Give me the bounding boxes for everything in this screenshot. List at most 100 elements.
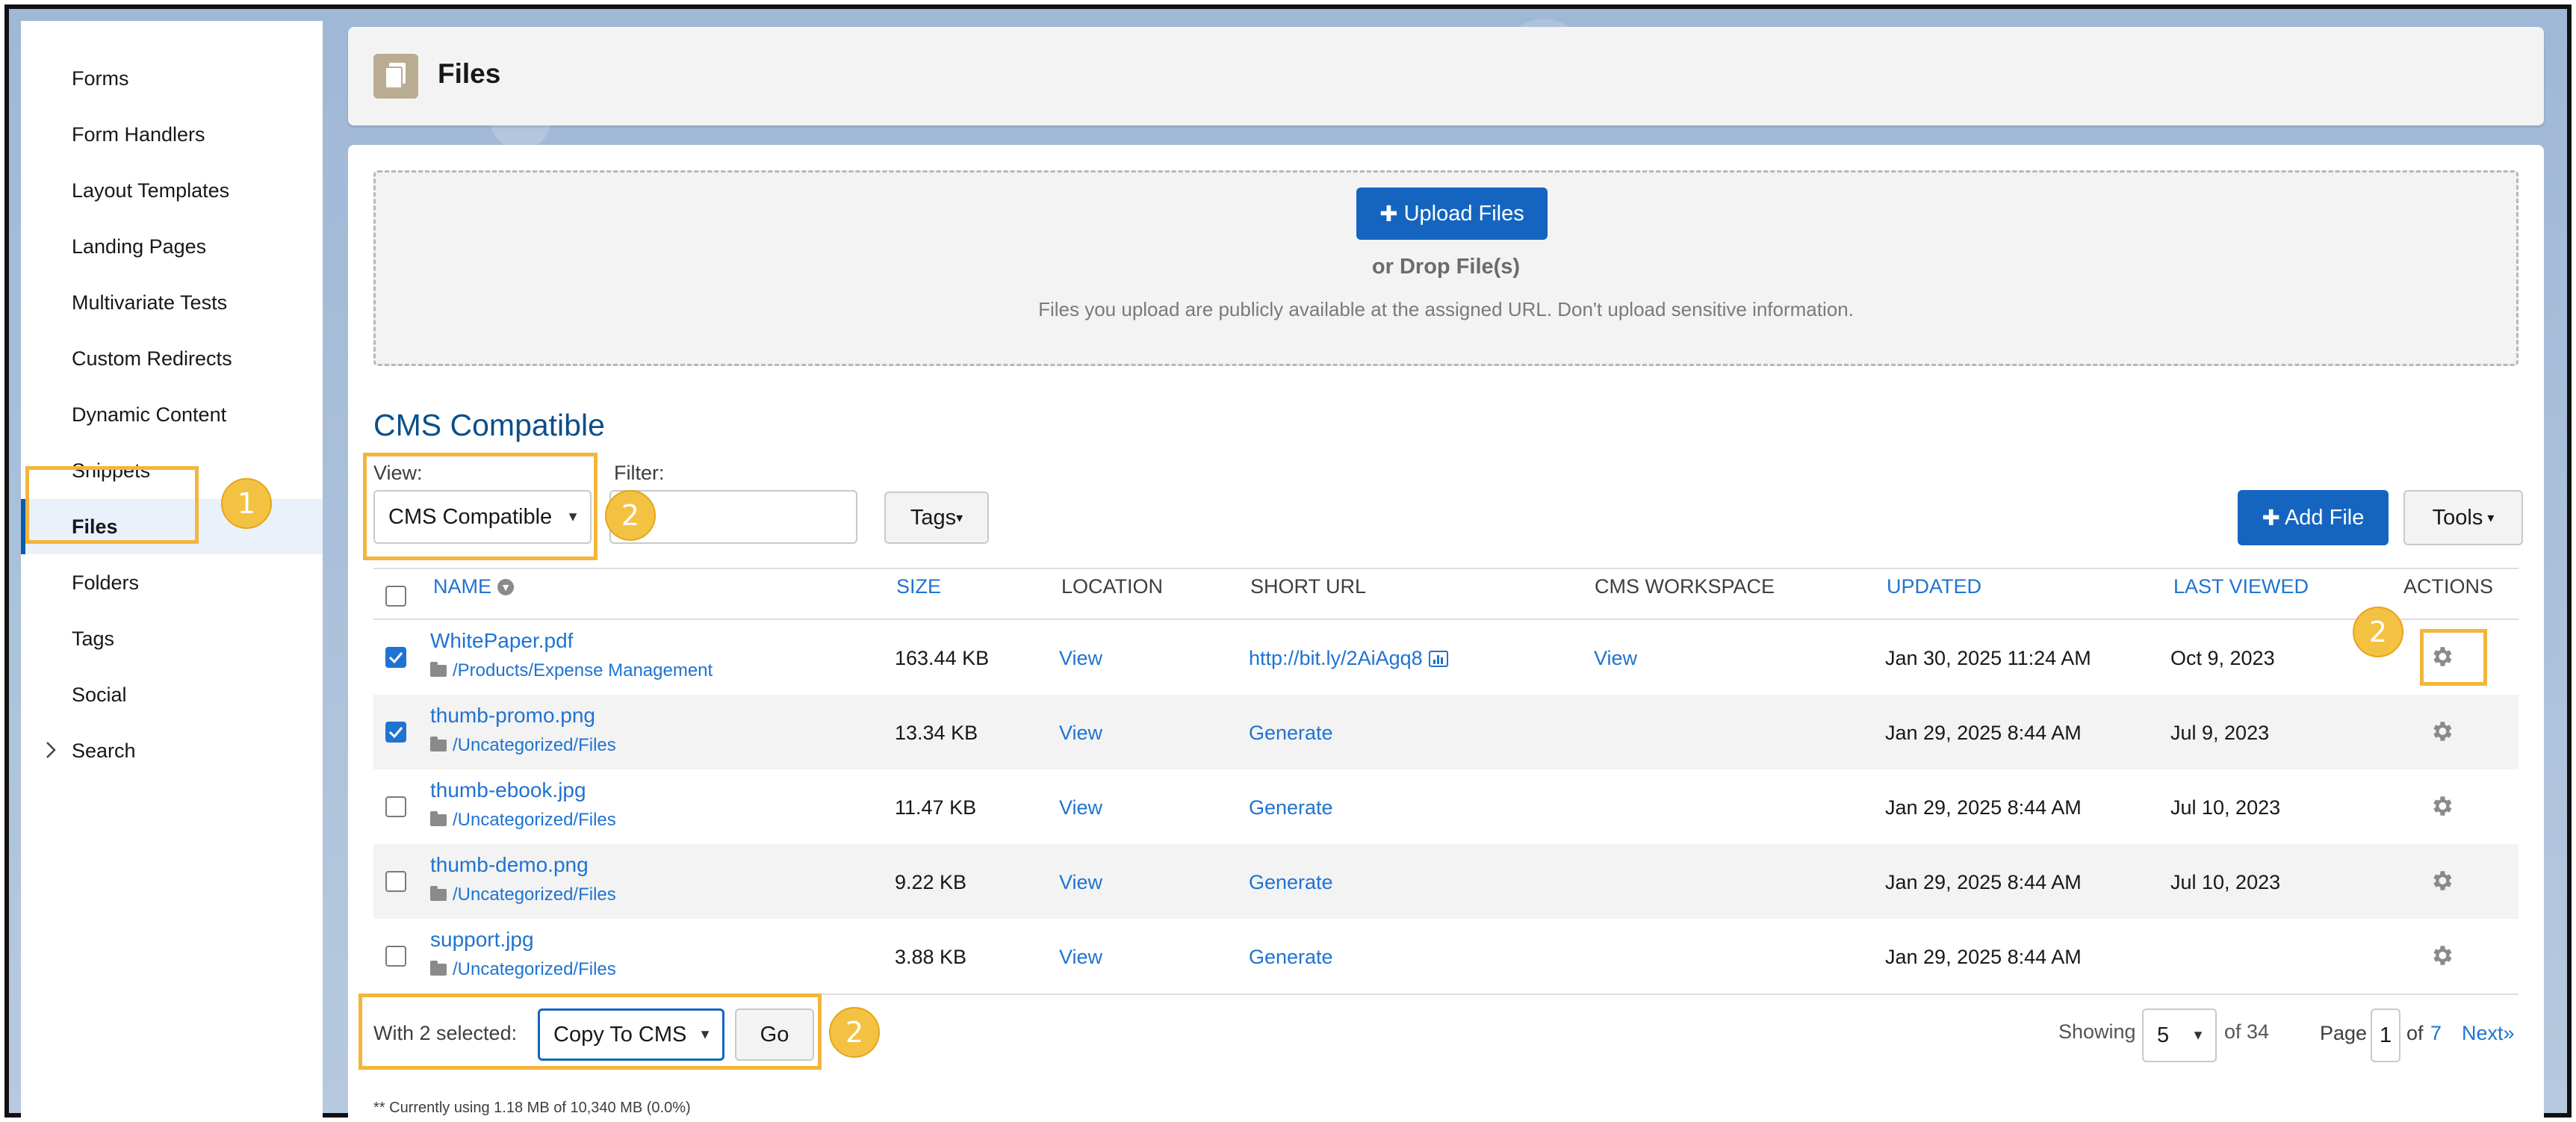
table-row: thumb-ebook.jpg /Uncategorized/Files 11.… bbox=[373, 769, 2518, 844]
sidebar-item-label: Landing Pages bbox=[72, 235, 207, 258]
total-pages-link[interactable]: 7 bbox=[2430, 1022, 2442, 1045]
document-icon bbox=[373, 54, 418, 99]
folder-icon bbox=[430, 886, 447, 901]
file-path-link[interactable]: /Uncategorized/Files bbox=[430, 959, 616, 980]
sidebar-item-tags[interactable]: Tags bbox=[21, 611, 323, 666]
file-path-link[interactable]: /Uncategorized/Files bbox=[430, 884, 616, 905]
step-badge-2: 2 bbox=[605, 490, 656, 541]
file-dropzone[interactable]: ✚ Upload Files or Drop File(s) Files you… bbox=[373, 170, 2518, 366]
sidebar-item-search[interactable]: Search bbox=[21, 723, 323, 778]
chevron-right-icon[interactable] bbox=[40, 740, 61, 760]
generate-short-url-link[interactable]: Generate bbox=[1249, 722, 1333, 745]
sidebar-item-snippets[interactable]: Snippets bbox=[21, 443, 323, 498]
showing-label: Showing bbox=[2058, 1020, 2136, 1043]
table-row: WhitePaper.pdf /Products/Expense Managem… bbox=[373, 620, 2518, 695]
generate-short-url-link[interactable]: Generate bbox=[1249, 946, 1333, 969]
location-view-link[interactable]: View bbox=[1059, 946, 1102, 969]
upload-files-label: Upload Files bbox=[1403, 201, 1524, 226]
file-name-link[interactable]: thumb-ebook.jpg bbox=[430, 778, 586, 802]
gear-icon[interactable] bbox=[2429, 868, 2454, 893]
sidebar-item-form-handlers[interactable]: Form Handlers bbox=[21, 107, 323, 162]
sidebar-item-forms[interactable]: Forms bbox=[21, 51, 323, 106]
row-checkbox[interactable] bbox=[385, 946, 406, 967]
select-all-checkbox[interactable] bbox=[385, 586, 406, 607]
sidebar-item-dynamic-content[interactable]: Dynamic Content bbox=[21, 387, 323, 442]
filter-label: Filter: bbox=[614, 462, 665, 484]
column-header-location: LOCATION bbox=[1061, 575, 1164, 598]
tools-button[interactable]: Tools ▾ bbox=[2403, 490, 2523, 545]
last-viewed-date: Jul 10, 2023 bbox=[2170, 796, 2281, 819]
drop-files-text: or Drop File(s) bbox=[1371, 255, 1521, 279]
file-size: 9.22 KB bbox=[895, 871, 967, 893]
per-page-value: 5 bbox=[2157, 1023, 2170, 1047]
sidebar-item-social[interactable]: Social bbox=[21, 667, 323, 722]
column-header-actions: ACTIONS bbox=[2403, 575, 2494, 598]
row-checkbox[interactable] bbox=[385, 796, 406, 817]
cms-workspace-view-link[interactable]: View bbox=[1594, 647, 1637, 670]
column-header-updated[interactable]: UPDATED bbox=[1887, 575, 1981, 598]
row-checkbox[interactable] bbox=[385, 647, 406, 668]
main-content: ✚ Upload Files or Drop File(s) Files you… bbox=[348, 145, 2544, 1122]
gear-icon[interactable] bbox=[2429, 793, 2454, 819]
file-name-link[interactable]: thumb-demo.png bbox=[430, 853, 589, 877]
column-header-name[interactable]: NAME ▼ bbox=[433, 575, 515, 598]
file-path-link[interactable]: /Uncategorized/Files bbox=[430, 810, 616, 831]
file-path-link[interactable]: /Products/Expense Management bbox=[430, 660, 713, 681]
sidebar-item-multivariate-tests[interactable]: Multivariate Tests bbox=[21, 275, 323, 330]
upload-files-button[interactable]: ✚ Upload Files bbox=[1356, 187, 1548, 240]
updated-date: Jan 29, 2025 8:44 AM bbox=[1885, 871, 2082, 893]
sidebar: Forms Form Handlers Layout Templates Lan… bbox=[21, 21, 323, 1119]
storage-usage-note: ** Currently using 1.18 MB of 10,340 MB … bbox=[373, 1100, 691, 1116]
folder-icon bbox=[430, 737, 447, 751]
gear-icon[interactable] bbox=[2429, 644, 2454, 669]
next-page-link[interactable]: Next» bbox=[2462, 1022, 2515, 1045]
gear-icon[interactable] bbox=[2429, 719, 2454, 744]
sidebar-item-files[interactable]: Files bbox=[21, 499, 323, 554]
sidebar-item-layout-templates[interactable]: Layout Templates bbox=[21, 163, 323, 218]
caret-down-icon: ▾ bbox=[956, 509, 963, 525]
file-path-text: /Uncategorized/Files bbox=[453, 884, 616, 905]
last-viewed-date: Jul 10, 2023 bbox=[2170, 871, 2281, 893]
column-header-size[interactable]: SIZE bbox=[896, 575, 941, 598]
add-file-button[interactable]: ✚ Add File bbox=[2238, 490, 2389, 545]
step-badge-2: 2 bbox=[2353, 607, 2403, 657]
add-file-label: Add File bbox=[2284, 505, 2365, 530]
sidebar-item-landing-pages[interactable]: Landing Pages bbox=[21, 219, 323, 274]
go-button[interactable]: Go bbox=[735, 1008, 814, 1061]
tags-label: Tags bbox=[910, 505, 957, 530]
column-header-last-viewed[interactable]: LAST VIEWED bbox=[2173, 575, 2309, 598]
file-name-link[interactable]: WhitePaper.pdf bbox=[430, 629, 573, 653]
tags-button[interactable]: Tags ▾ bbox=[884, 492, 989, 544]
file-size: 3.88 KB bbox=[895, 946, 967, 968]
sort-icon: ▼ bbox=[497, 578, 515, 595]
location-view-link[interactable]: View bbox=[1059, 796, 1102, 819]
location-view-link[interactable]: View bbox=[1059, 647, 1102, 670]
file-path-link[interactable]: /Uncategorized/Files bbox=[430, 735, 616, 756]
sidebar-item-folders[interactable]: Folders bbox=[21, 555, 323, 610]
table-bottom-border bbox=[373, 994, 2518, 995]
gear-icon[interactable] bbox=[2429, 943, 2454, 968]
file-name-link[interactable]: support.jpg bbox=[430, 928, 534, 952]
generate-short-url-link[interactable]: Generate bbox=[1249, 871, 1333, 894]
short-url-link[interactable]: http://bit.ly/2AiAgq8 bbox=[1249, 647, 1448, 670]
short-url-text: http://bit.ly/2AiAgq8 bbox=[1249, 647, 1423, 669]
sidebar-item-custom-redirects[interactable]: Custom Redirects bbox=[21, 331, 323, 386]
bulk-action-select[interactable]: Copy To CMS ▼ bbox=[538, 1008, 724, 1061]
location-view-link[interactable]: View bbox=[1059, 722, 1102, 745]
row-checkbox[interactable] bbox=[385, 722, 406, 743]
page-number-value: 1 bbox=[2380, 1023, 2392, 1047]
bar-chart-icon[interactable] bbox=[1428, 650, 1448, 667]
table-row: thumb-demo.png /Uncategorized/Files 9.22… bbox=[373, 844, 2518, 919]
generate-short-url-link[interactable]: Generate bbox=[1249, 796, 1333, 819]
page-number-input[interactable]: 1 bbox=[2371, 1008, 2400, 1062]
row-checkbox[interactable] bbox=[385, 871, 406, 892]
location-view-link[interactable]: View bbox=[1059, 871, 1102, 894]
per-page-select[interactable]: 5 ▼ bbox=[2142, 1008, 2217, 1062]
table-row: thumb-promo.png /Uncategorized/Files 13.… bbox=[373, 695, 2518, 769]
last-viewed-date: Jul 9, 2023 bbox=[2170, 722, 2270, 744]
sidebar-item-label: Search bbox=[72, 739, 136, 762]
chevron-down-icon: ▼ bbox=[2191, 1027, 2205, 1043]
sidebar-item-label: Social bbox=[72, 683, 127, 706]
file-name-link[interactable]: thumb-promo.png bbox=[430, 704, 595, 728]
view-select[interactable]: CMS Compatible ▼ bbox=[373, 490, 592, 544]
